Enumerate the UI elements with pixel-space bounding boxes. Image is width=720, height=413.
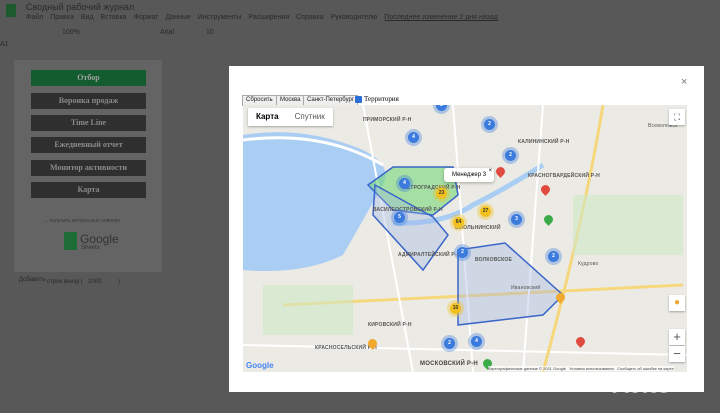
sheets-logo-icon xyxy=(6,4,16,17)
marker-cluster[interactable]: 27 xyxy=(480,206,491,217)
street-view-pegman-icon[interactable]: ● xyxy=(669,295,685,311)
marker-cluster[interactable]: 64 xyxy=(453,217,464,228)
subscribe-checkbox-label[interactable]: ... получать интересные новинки xyxy=(44,218,120,224)
district-label: ВАСИЛЕОСТРОВСКИЙ Р-Н xyxy=(373,207,443,213)
menu-insert[interactable]: Вставка xyxy=(101,14,127,21)
menu-bar: Файл Правка Вид Вставка Формат Данные Инструме… xyxy=(26,14,505,21)
menu-help[interactable]: Справка xyxy=(296,14,323,21)
zoom-out-button[interactable]: − xyxy=(669,346,685,362)
add-rows-label: строк внизу ( xyxy=(47,279,83,285)
last-edit-link[interactable]: Последнее изменение 2 дня назад xyxy=(384,14,498,21)
marker-cluster[interactable]: 2 xyxy=(548,251,559,262)
menu-format[interactable]: Формат xyxy=(134,14,159,21)
sheets-logo-text: Sheets xyxy=(81,245,100,251)
district-label: КАЛИНИНСКИЙ Р-Н xyxy=(518,139,570,145)
activity-monitor-button[interactable]: Монитор активности xyxy=(31,160,146,176)
font-size-select[interactable]: 10 xyxy=(206,29,214,36)
report-error-link[interactable]: Сообщить об ошибке на карте xyxy=(617,366,674,371)
google-map-logo: Google xyxy=(246,361,274,370)
info-window: Менеджер 3 × xyxy=(444,168,495,182)
marker-cluster[interactable]: 2 xyxy=(444,338,455,349)
district-label: ПРИМОРСКИЙ Р-Н xyxy=(363,117,412,123)
marker-cluster[interactable]: 2 xyxy=(457,247,468,258)
marker-cluster[interactable]: 2 xyxy=(484,119,495,130)
menu-manager[interactable]: Руководителю xyxy=(331,14,378,21)
map-attribution: Картографические данные © 2021 Google Ус… xyxy=(488,366,674,371)
menu-file[interactable]: Файл xyxy=(26,14,43,21)
daily-report-button[interactable]: Ежедневный отчет xyxy=(31,137,146,153)
terms-link[interactable]: Условия использования xyxy=(569,366,613,371)
tab-satellite[interactable]: Спутник xyxy=(287,108,333,126)
avito-watermark: Avito xyxy=(612,372,672,399)
cell-ref[interactable]: A1 xyxy=(0,41,9,48)
city-label: Кудрово xyxy=(578,261,599,267)
map-button[interactable]: Карта xyxy=(31,182,146,198)
district-label: ВОЛКОВСКОЕ xyxy=(475,257,513,263)
menu-data[interactable]: Данные xyxy=(165,14,190,21)
google-logo-text: Google xyxy=(80,232,119,246)
google-sheets-logo-icon xyxy=(64,232,77,250)
district-label: КРАСНОГВАРДЕЙСКИЙ Р-Н xyxy=(528,173,600,179)
tab-map[interactable]: Карта xyxy=(248,108,287,126)
map-view[interactable]: ПРИМОРСКИЙ Р-Н КАЛИНИНСКИЙ Р-Н КРАСНОГВА… xyxy=(243,105,687,372)
marker-cluster[interactable]: 5 xyxy=(394,212,405,223)
marker-cluster[interactable]: 4 xyxy=(471,336,482,347)
info-window-text: Менеджер 3 xyxy=(452,172,487,178)
doc-title[interactable]: Сводный рабочий журнал xyxy=(26,2,134,12)
territory-checkbox[interactable] xyxy=(355,96,362,103)
attribution-text: Картографические данные © 2021 Google xyxy=(488,366,566,371)
marker-cluster[interactable]: 4 xyxy=(399,178,410,189)
sales-funnel-button[interactable]: Воронка продаж xyxy=(31,93,146,109)
zoom-in-button[interactable]: + xyxy=(669,329,685,345)
menu-extensions[interactable]: Расширения xyxy=(248,14,289,21)
gulf-water xyxy=(243,132,386,271)
add-rows-button[interactable]: Добавить xyxy=(19,277,46,283)
marker-cluster[interactable]: 2 xyxy=(505,150,516,161)
marker-cluster[interactable]: 4 xyxy=(408,132,419,143)
marker-cluster[interactable]: 3 xyxy=(511,214,522,225)
district-label: АДМИРАЛТЕЙСКИЙ Р-Н xyxy=(398,252,461,258)
menu-view[interactable]: Вид xyxy=(81,14,94,21)
font-select[interactable]: Arial xyxy=(160,29,174,36)
district-label: КИРОВСКИЙ Р-Н xyxy=(368,322,412,328)
zoom-select[interactable]: 100% xyxy=(62,29,80,36)
map-base xyxy=(243,105,687,372)
marker-cluster[interactable]: 23 xyxy=(436,188,447,199)
fullscreen-icon[interactable]: ⛶ xyxy=(669,109,685,125)
marker-cluster[interactable]: 10 xyxy=(450,303,461,314)
district-label: ПЕТРОГРАДСКИЙ Р-Н xyxy=(403,185,461,191)
add-rows-end: ). xyxy=(118,279,122,285)
territory-label: Территория xyxy=(364,95,399,103)
menu-edit[interactable]: Правка xyxy=(50,14,74,21)
info-window-close-icon[interactable]: × xyxy=(489,168,493,174)
close-modal-button[interactable]: × xyxy=(681,76,687,88)
timeline-button[interactable]: Time Line xyxy=(31,115,146,131)
add-rows-input[interactable]: 1000 xyxy=(88,279,101,285)
place-label: Ивановский xyxy=(511,285,541,291)
map-type-tabs: Карта Спутник xyxy=(248,108,333,126)
district-label: МОСКОВСКИЙ Р-Н xyxy=(419,361,479,367)
menu-tools[interactable]: Инструменты xyxy=(198,14,242,21)
filter-button[interactable]: Отбор xyxy=(31,70,146,86)
